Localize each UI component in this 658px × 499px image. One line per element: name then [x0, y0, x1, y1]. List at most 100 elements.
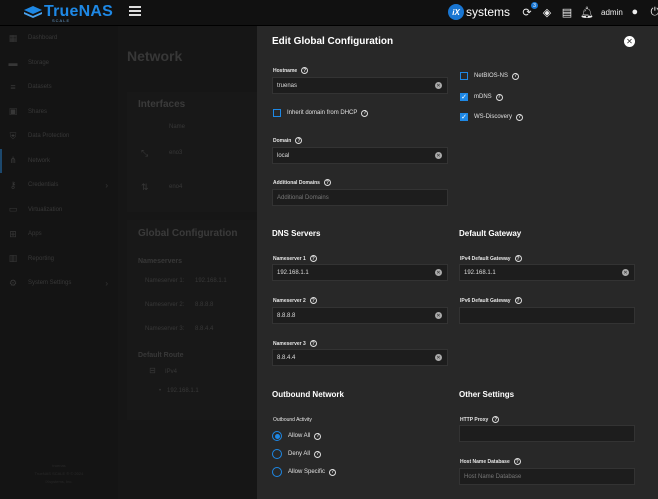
help-icon[interactable]: ? — [513, 458, 521, 465]
inherit-domain-checkbox[interactable]: Inherit domain from DHCP? — [273, 109, 369, 117]
host-name-database-input[interactable]: Host Name Database — [459, 468, 635, 485]
help-icon[interactable]: ? — [512, 72, 520, 80]
host-name-database-label-text: Host Name Database — [460, 458, 510, 465]
ipv6-gateway-input[interactable] — [459, 307, 635, 324]
outbound-activity-label: Outbound Activity — [273, 417, 312, 423]
ipv6-gateway-label: IPv6 Default Gateway? — [460, 297, 522, 304]
mdns-checkbox[interactable]: ✓ mDNS? — [460, 93, 503, 101]
help-icon[interactable]: ? — [361, 109, 369, 117]
netbios-ns-checkbox[interactable]: NetBIOS-NS? — [460, 72, 520, 80]
help-icon[interactable]: ? — [329, 468, 337, 476]
help-icon[interactable]: ? — [309, 340, 317, 347]
help-icon[interactable]: ? — [514, 297, 522, 304]
domain-label-text: Domain — [273, 137, 292, 144]
additional-domains-label-text: Additional Domains — [273, 179, 320, 186]
help-icon[interactable]: ? — [295, 137, 303, 144]
truenas-logo[interactable]: TrueNAS SCALE — [22, 3, 113, 23]
host-name-database-placeholder: Host Name Database — [464, 473, 522, 480]
http-proxy-label: HTTP Proxy? — [460, 416, 500, 423]
radio-allow-all[interactable]: Allow All? — [272, 431, 322, 441]
checkbox-unchecked-icon — [460, 72, 468, 80]
ws-discovery-checkbox[interactable]: ✓ WS-Discovery? — [460, 113, 524, 121]
account-icon[interactable]: ● — [628, 5, 642, 19]
nameserver1-input[interactable]: 192.168.1.1 ✕ — [272, 264, 448, 281]
clear-icon[interactable]: ✕ — [435, 354, 442, 361]
nameserver3-label-text: Nameserver 3 — [273, 340, 306, 347]
user-name[interactable]: admin — [601, 8, 623, 17]
hostname-value: truenas — [277, 82, 298, 89]
update-icon[interactable]: ⟳ 3 — [520, 2, 538, 19]
help-icon[interactable]: ? — [514, 255, 522, 262]
help-icon[interactable]: ? — [492, 416, 500, 423]
nameserver2-input[interactable]: 8.8.8.8 ✕ — [272, 307, 448, 324]
nameserver2-value: 8.8.8.8 — [277, 312, 296, 319]
radio-allow-specific[interactable]: Allow Specific? — [272, 467, 337, 477]
panel-title: Edit Global Configuration — [272, 36, 394, 47]
nameserver3-value: 8.8.4.4 — [277, 354, 296, 361]
domain-label: Domain? — [273, 137, 303, 144]
power-icon[interactable]: ⏻ — [648, 5, 658, 19]
help-icon[interactable]: ? — [314, 450, 322, 458]
additional-domains-input[interactable]: Additional Domains — [272, 189, 448, 206]
radio-unselected-icon — [272, 467, 282, 477]
nameserver2-label-text: Nameserver 2 — [273, 297, 306, 304]
radio-deny-all[interactable]: Deny All? — [272, 449, 322, 459]
host-name-database-label: Host Name Database? — [460, 458, 521, 465]
inherit-domain-label: Inherit domain from DHCP — [287, 110, 358, 116]
nameserver3-label: Nameserver 3? — [273, 340, 317, 347]
radio-selected-icon — [272, 431, 282, 441]
clear-icon[interactable]: ✕ — [435, 269, 442, 276]
menu-toggle-icon[interactable] — [129, 6, 141, 18]
truecommand-icon[interactable]: ◈ — [540, 5, 554, 19]
domain-value: local — [277, 152, 290, 159]
mdns-label: mDNS — [474, 94, 492, 100]
clear-icon[interactable]: ✕ — [435, 82, 442, 89]
radio-allow-specific-label: Allow Specific — [288, 469, 326, 475]
help-icon[interactable]: ? — [309, 297, 317, 304]
radio-deny-all-label: Deny All — [288, 451, 311, 457]
radio-unselected-icon — [272, 449, 282, 459]
nameserver2-label: Nameserver 2? — [273, 297, 317, 304]
ix-badge: iX — [448, 4, 464, 20]
checkbox-checked-icon: ✓ — [460, 93, 468, 101]
ipv6-gateway-label-text: IPv6 Default Gateway — [460, 297, 511, 304]
help-icon[interactable]: ? — [495, 93, 503, 101]
http-proxy-input[interactable] — [459, 425, 635, 442]
ipv4-gateway-value: 192.168.1.1 — [464, 269, 496, 276]
nameserver1-label: Nameserver 1? — [273, 255, 317, 262]
help-icon[interactable]: ? — [301, 67, 309, 74]
brand-sub: SCALE — [52, 18, 71, 23]
nameserver1-value: 192.168.1.1 — [277, 269, 309, 276]
ws-discovery-label: WS-Discovery — [474, 114, 513, 120]
additional-domains-placeholder: Additional Domains — [277, 194, 329, 201]
nameserver1-label-text: Nameserver 1 — [273, 255, 306, 262]
ipv4-gateway-input[interactable]: 192.168.1.1 ✕ — [459, 264, 635, 281]
close-icon[interactable]: ✕ — [624, 36, 635, 47]
nameserver3-input[interactable]: 8.8.4.4 ✕ — [272, 349, 448, 366]
radio-allow-all-label: Allow All — [288, 433, 311, 439]
domain-input[interactable]: local ✕ — [272, 147, 448, 164]
clear-icon[interactable]: ✕ — [622, 269, 629, 276]
netbios-ns-label: NetBIOS-NS — [474, 73, 509, 79]
top-icons: ⟳ 3 ◈ ▤ 🔔︎ admin ● ⏻ — [520, 2, 658, 19]
help-icon[interactable]: ? — [314, 432, 322, 440]
clear-icon[interactable]: ✕ — [435, 312, 442, 319]
clear-icon[interactable]: ✕ — [435, 152, 442, 159]
tasks-icon[interactable]: ▤ — [560, 5, 574, 19]
update-badge: 3 — [531, 2, 538, 9]
http-proxy-label-text: HTTP Proxy — [460, 416, 489, 423]
help-icon[interactable]: ? — [323, 179, 331, 186]
help-icon[interactable]: ? — [309, 255, 317, 262]
default-gateway-section-title: Default Gateway — [459, 229, 522, 238]
truenas-logo-icon — [24, 6, 42, 18]
ipv4-gateway-label-text: IPv4 Default Gateway — [460, 255, 511, 262]
other-settings-section-title: Other Settings — [459, 390, 515, 399]
hostname-input[interactable]: truenas ✕ — [272, 77, 448, 94]
alerts-icon[interactable]: 🔔︎ — [580, 5, 594, 19]
additional-domains-label: Additional Domains? — [273, 179, 331, 186]
help-icon[interactable]: ? — [516, 113, 524, 121]
vendor-name: systems — [466, 5, 511, 19]
edit-global-config-panel: Edit Global Configuration ✕ Hostname? tr… — [257, 26, 658, 499]
ixsystems-logo[interactable]: iX systems — [448, 4, 510, 20]
hostname-label: Hostname? — [273, 67, 309, 74]
